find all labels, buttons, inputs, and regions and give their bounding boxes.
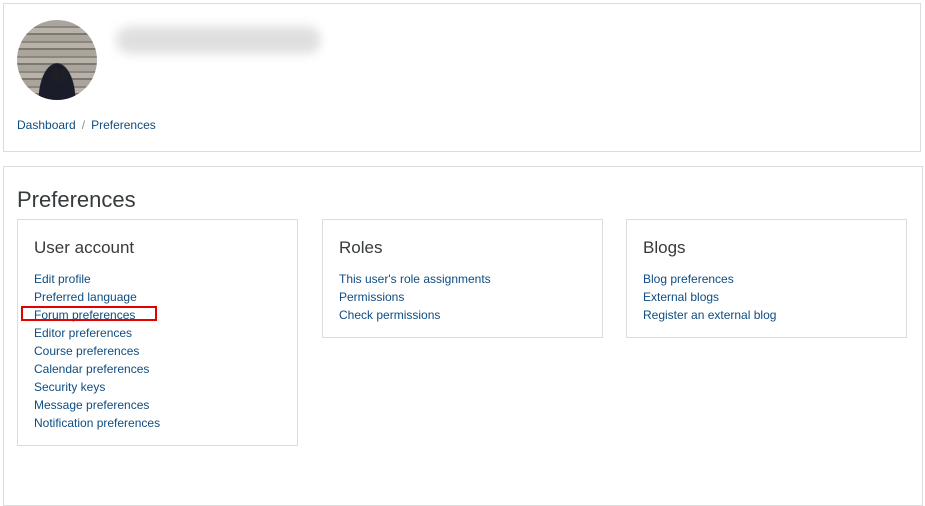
- panel-title: Blogs: [643, 238, 686, 257]
- breadcrumb-preferences[interactable]: Preferences: [91, 118, 156, 132]
- link-edit-profile[interactable]: Edit profile: [34, 272, 91, 286]
- link-calendar-preferences[interactable]: Calendar preferences: [34, 362, 149, 376]
- panel-roles: Roles This user's role assignments Permi…: [322, 219, 603, 338]
- breadcrumb-dashboard[interactable]: Dashboard: [17, 118, 76, 132]
- link-role-assignments[interactable]: This user's role assignments: [339, 272, 491, 286]
- link-register-external-blog[interactable]: Register an external blog: [643, 308, 776, 322]
- link-permissions[interactable]: Permissions: [339, 290, 404, 304]
- link-course-preferences[interactable]: Course preferences: [34, 344, 139, 358]
- panel-title: Roles: [339, 238, 383, 257]
- link-check-permissions[interactable]: Check permissions: [339, 308, 440, 322]
- link-message-preferences[interactable]: Message preferences: [34, 398, 149, 412]
- panel-blogs: Blogs Blog preferences External blogs Re…: [626, 219, 907, 338]
- breadcrumb: Dashboard / Preferences: [17, 118, 156, 132]
- link-preferred-language[interactable]: Preferred language: [34, 290, 137, 304]
- link-notification-preferences[interactable]: Notification preferences: [34, 416, 160, 430]
- link-editor-preferences[interactable]: Editor preferences: [34, 326, 132, 340]
- link-security-keys[interactable]: Security keys: [34, 380, 105, 394]
- breadcrumb-separator: /: [81, 118, 86, 132]
- preferences-card: Preferences User account Edit profile Pr…: [3, 166, 923, 506]
- avatar-detail: [60, 68, 67, 82]
- page-title: Preferences: [17, 187, 136, 212]
- blurred-user-name: [116, 26, 321, 54]
- avatar-detail: [52, 68, 59, 82]
- link-external-blogs[interactable]: External blogs: [643, 290, 719, 304]
- user-avatar[interactable]: [17, 20, 97, 100]
- link-forum-preferences[interactable]: Forum preferences: [34, 308, 135, 322]
- link-blog-preferences[interactable]: Blog preferences: [643, 272, 734, 286]
- profile-header: Dashboard / Preferences: [3, 3, 921, 152]
- panel-user-account: User account Edit profile Preferred lang…: [17, 219, 298, 446]
- panel-title: User account: [34, 238, 135, 257]
